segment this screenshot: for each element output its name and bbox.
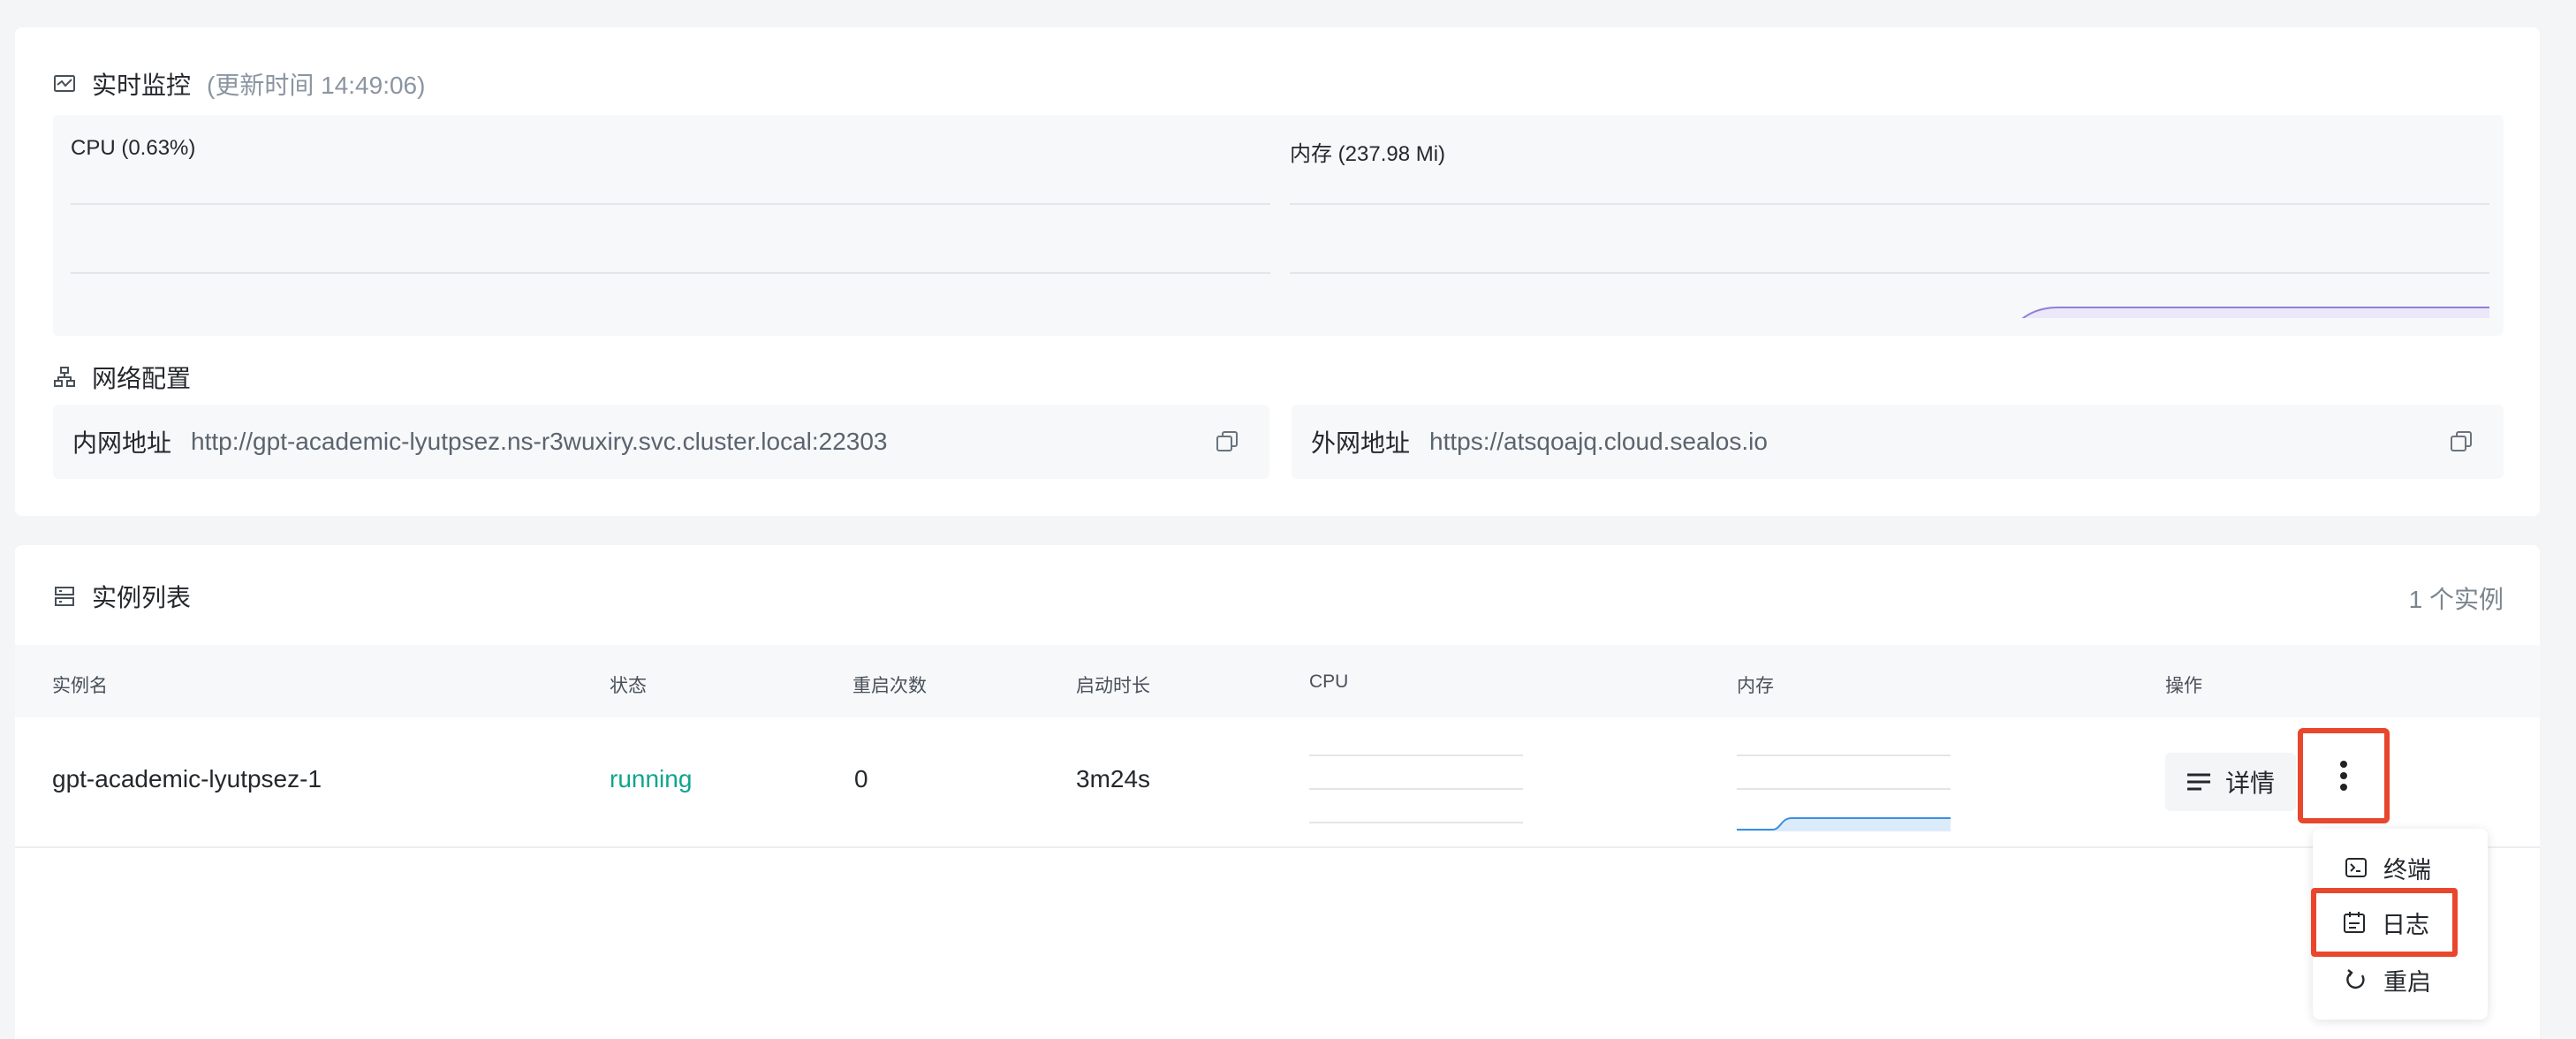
menu-item-terminal[interactable]: 终端 xyxy=(2313,840,2488,895)
memory-chart-title: 内存 (237.98 Mi) xyxy=(1290,142,1446,166)
table-row: gpt-academic-lyutpsez-1 running 0 3m24s … xyxy=(15,717,2540,848)
monitor-card: 实时监控 (更新时间 14:49:06) CPU (0.63%) 内存 (237… xyxy=(15,27,2540,516)
network-icon xyxy=(54,367,75,387)
log-icon xyxy=(2344,912,2365,933)
table-header: 实例名 状态 重启次数 启动时长 CPU 内存 操作 xyxy=(15,645,2540,717)
menu-item-restart[interactable]: 重启 xyxy=(2313,952,2488,1007)
monitor-title: 实时监控 xyxy=(92,72,192,99)
column-header: 内存 xyxy=(1737,676,1774,696)
menu-item-label: 日志 xyxy=(2382,911,2429,938)
memory-series-area xyxy=(2023,307,2489,318)
instance-name: gpt-academic-lyutpsez-1 xyxy=(52,765,322,793)
network-header: 网络配置 xyxy=(53,360,191,395)
external-address-label: 外网地址 xyxy=(1311,429,1411,457)
monitor-icon xyxy=(54,75,75,92)
column-header: CPU xyxy=(1309,671,1349,692)
instance-memory-sparkline xyxy=(1737,755,1951,831)
network-title: 网络配置 xyxy=(92,365,192,392)
memory-chart: 内存 (237.98 Mi) xyxy=(1270,115,2504,336)
list-icon xyxy=(55,587,74,606)
instance-cpu-sparkline xyxy=(1309,755,1523,823)
cpu-chart-plot xyxy=(71,203,1270,274)
terminal-icon xyxy=(2345,858,2367,877)
external-address-box: 外网地址 https://atsqoajq.cloud.sealos.io xyxy=(1292,405,2504,479)
instance-count: 1 个实例 xyxy=(2408,586,2504,613)
detail-button-label: 详情 xyxy=(2224,770,2275,797)
copy-icon[interactable] xyxy=(2449,429,2474,454)
monitor-charts: CPU (0.63%) 内存 (237.98 Mi) xyxy=(53,115,2504,336)
more-actions-button[interactable] xyxy=(2298,728,2390,823)
external-address-value[interactable]: https://atsqoajq.cloud.sealos.io xyxy=(1429,428,1768,456)
more-vertical-icon xyxy=(2340,761,2347,791)
memory-chart-plot xyxy=(1290,203,2489,318)
internal-address-box: 内网地址 http://gpt-academic-lyutpsez.ns-r3w… xyxy=(53,405,1269,479)
instance-list-header: 实例列表 xyxy=(53,579,191,614)
monitor-header: 实时监控 (更新时间 14:49:06) xyxy=(53,66,425,102)
column-header: 状态 xyxy=(610,676,647,696)
uptime: 3m24s xyxy=(1076,765,1151,793)
internal-address-label: 内网地址 xyxy=(72,429,172,457)
monitor-update-time: (更新时间 14:49:06) xyxy=(207,72,426,99)
copy-icon[interactable] xyxy=(1215,429,1239,454)
cpu-chart-title: CPU (0.63%) xyxy=(71,136,196,160)
actions-dropdown-menu: 终端 日志 重启 xyxy=(2311,829,2488,1020)
cpu-chart: CPU (0.63%) xyxy=(53,115,1270,336)
column-header: 重启次数 xyxy=(852,676,927,696)
column-header: 启动时长 xyxy=(1076,676,1150,696)
restart-count: 0 xyxy=(854,765,868,793)
menu-item-label: 重启 xyxy=(2383,968,2431,996)
column-header: 操作 xyxy=(2165,676,2202,696)
internal-address-value: http://gpt-academic-lyutpsez.ns-r3wuxiry… xyxy=(191,428,888,455)
detail-button[interactable]: 详情 xyxy=(2165,753,2296,811)
menu-item-label: 终端 xyxy=(2383,856,2431,884)
instance-list-title: 实例列表 xyxy=(92,584,192,611)
menu-item-log[interactable]: 日志 xyxy=(2311,888,2458,957)
menu-lines-icon xyxy=(2186,773,2210,791)
status-badge: running xyxy=(610,765,693,793)
column-header: 实例名 xyxy=(52,676,108,696)
instance-list-card: 实例列表 1 个实例 实例名 状态 重启次数 启动时长 CPU 内存 操作 gp… xyxy=(15,545,2540,1039)
restart-icon xyxy=(2346,969,2365,990)
